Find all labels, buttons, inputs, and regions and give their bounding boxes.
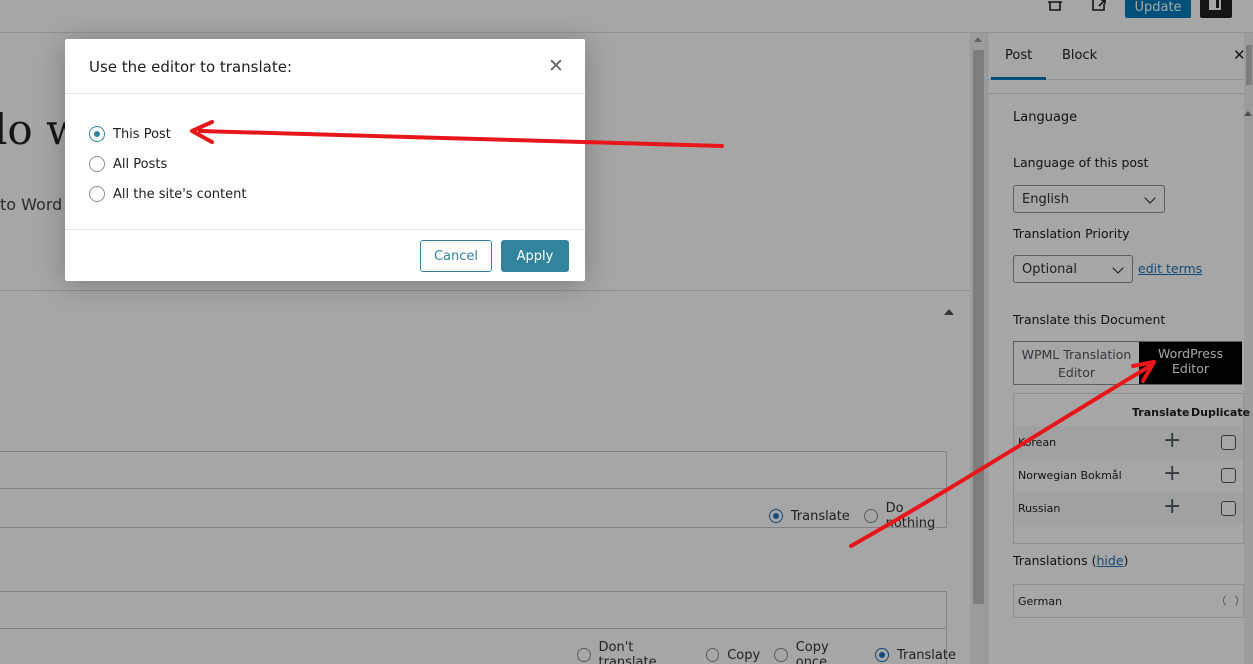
radio-this-post[interactable] — [89, 126, 105, 142]
radio-all-site-content[interactable] — [89, 186, 105, 202]
option-this-post[interactable]: This Post — [89, 126, 171, 142]
dialog-divider — [65, 229, 585, 230]
apply-button[interactable]: Apply — [501, 240, 569, 272]
option-label: All the site's content — [113, 186, 247, 202]
option-all-posts[interactable]: All Posts — [89, 156, 167, 172]
option-all-site-content[interactable]: All the site's content — [89, 186, 246, 202]
cancel-button[interactable]: Cancel — [420, 240, 492, 272]
option-label: This Post — [113, 126, 171, 142]
radio-all-posts[interactable] — [89, 156, 105, 172]
dialog-title: Use the editor to translate: — [89, 58, 292, 76]
translate-editor-dialog: Use the editor to translate: ✕ This Post… — [65, 39, 585, 281]
close-icon[interactable]: ✕ — [548, 55, 564, 77]
option-label: All Posts — [113, 156, 168, 172]
dialog-divider — [65, 93, 585, 94]
